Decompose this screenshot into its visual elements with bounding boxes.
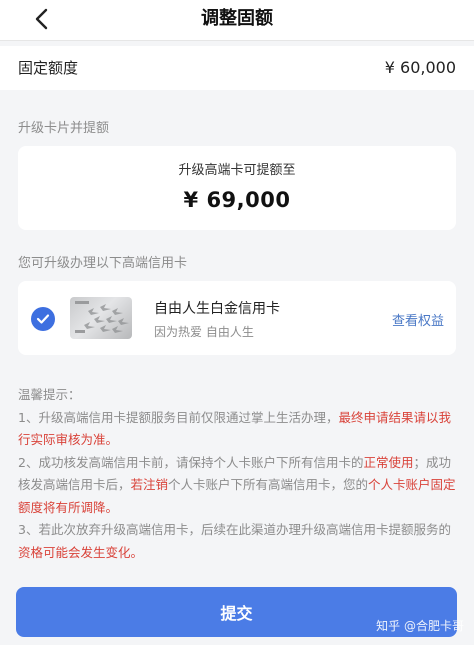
tip-highlight: 若注销 xyxy=(130,477,169,492)
check-icon xyxy=(36,314,50,324)
credit-card-image xyxy=(70,297,132,339)
card-section-label: 您可升级办理以下高端信用卡 xyxy=(18,256,188,271)
nav-bar: 调整固额 xyxy=(0,0,474,41)
credit-card-option[interactable]: 自由人生白金信用卡 因为热爱 自由人生 查看权益 xyxy=(18,281,456,355)
tip-item-3: 3、若此次放弃升级高端信用卡，后续在此渠道办理升级高端信用卡提额服务的资格可能会… xyxy=(18,519,458,564)
tip-item-1: 1、升级高端信用卡提额服务目前仅限通过掌上生活办理，最终申请结果请以我行实际审核… xyxy=(18,407,458,452)
checkbox-checked[interactable] xyxy=(31,307,55,331)
tip-text: 2、成功核发高端信用卡前，请保持个人卡账户下所有信用卡的 xyxy=(18,454,364,470)
page-title: 调整固额 xyxy=(201,8,273,29)
fixed-quota-label: 固定额度 xyxy=(18,59,79,77)
upgrade-section-label: 升级卡片并提额 xyxy=(18,121,110,136)
card-slogan: 因为热爱 自由人生 xyxy=(154,325,254,339)
tip-text: 1、升级高端信用卡提额服务目前仅限通过掌上生活办理， xyxy=(18,409,339,425)
bird-pattern-icon xyxy=(75,301,129,333)
tip-item-2: 2、成功核发高端信用卡前，请保持个人卡账户下所有信用卡的正常使用；成功核发高端信… xyxy=(18,452,458,520)
upgrade-amount-card: 升级高端卡可提额至 ¥ 69,000 xyxy=(18,146,456,230)
upgrade-amount: ¥ 69,000 xyxy=(183,188,291,212)
tip-highlight: 资格可能会发生变化。 xyxy=(18,544,144,560)
fixed-quota-row: 固定额度 ¥ 60,000 xyxy=(0,46,474,90)
tip-text: 3、若此次放弃升级高端信用卡，后续在此渠道办理升级高端信用卡提额服务的 xyxy=(18,522,451,537)
watermark: 知乎 @合肥卡哥 xyxy=(376,619,464,633)
tips-section: 温馨提示： 1、升级高端信用卡提额服务目前仅限通过掌上生活办理，最终申请结果请以… xyxy=(18,384,458,564)
view-benefits-link[interactable]: 查看权益 xyxy=(392,310,444,329)
tips-title: 温馨提示： xyxy=(18,387,81,402)
tip-highlight: 正常使用 xyxy=(363,454,414,470)
card-name: 自由人生白金信用卡 xyxy=(154,301,280,317)
fixed-quota-value: ¥ 60,000 xyxy=(384,58,456,77)
tip-text: 个人卡账户下所有高端信用卡，您的 xyxy=(168,477,369,492)
upgrade-card-title: 升级高端卡可提额至 xyxy=(178,163,296,178)
